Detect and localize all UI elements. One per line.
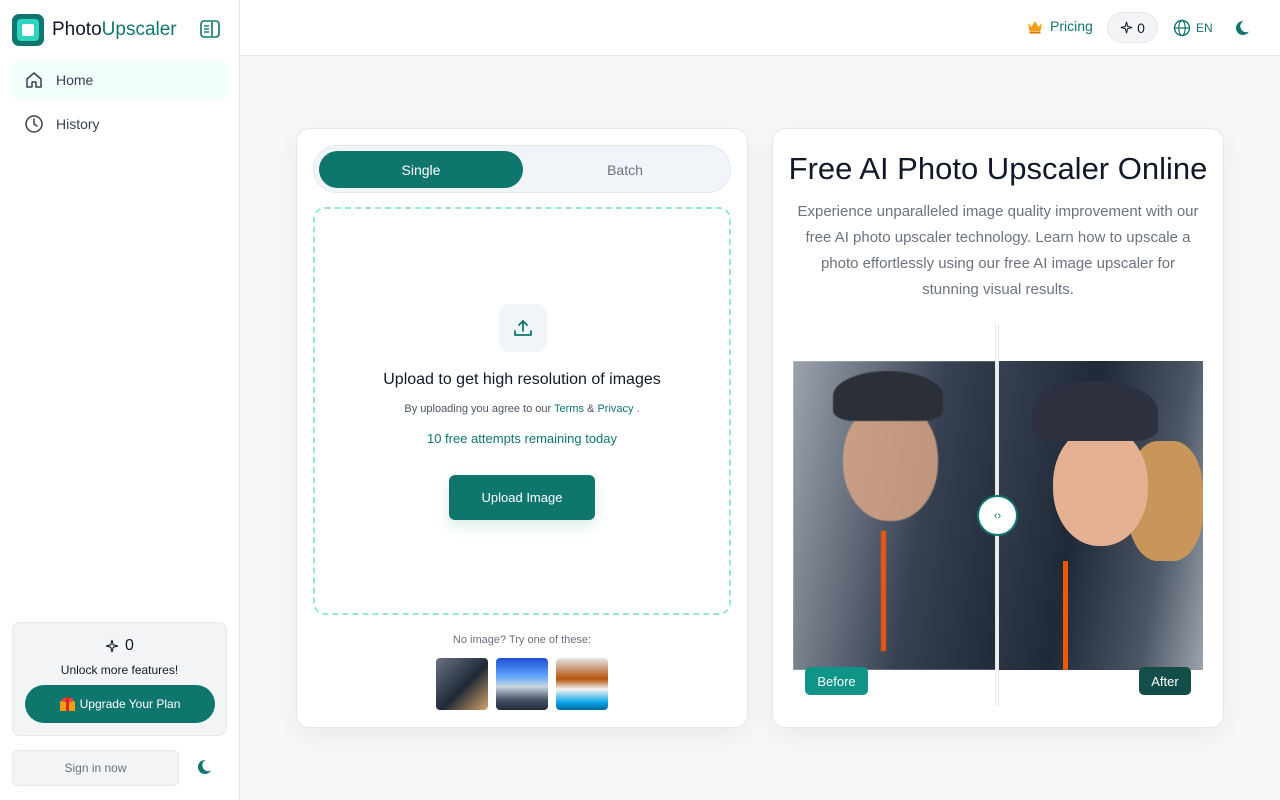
- free-attempts-text: 10 free attempts remaining today: [426, 431, 618, 446]
- language-label: EN: [1196, 21, 1213, 35]
- tab-batch[interactable]: Batch: [523, 151, 727, 188]
- sample-image-mountain[interactable]: [496, 658, 548, 710]
- sidebar-item-label: History: [56, 116, 100, 132]
- mode-toggle: Single Batch: [313, 145, 731, 193]
- upgrade-label: Upgrade Your Plan: [79, 697, 181, 711]
- home-icon: [26, 72, 42, 88]
- sparkle-icon: [1120, 21, 1133, 34]
- before-label: Before: [805, 667, 868, 695]
- pricing-label: Pricing: [1050, 18, 1093, 34]
- top-header: Pricing 0 EN: [240, 0, 1280, 56]
- agreement-text: By uploading you agree to our Terms & Pr…: [404, 403, 640, 415]
- page-description: Experience unparalleled image quality im…: [797, 203, 1199, 298]
- sidebar-nav: Home History: [12, 60, 228, 148]
- pricing-link[interactable]: Pricing: [1026, 18, 1093, 34]
- language-selector[interactable]: EN: [1173, 19, 1213, 37]
- after-label: After: [1139, 667, 1191, 695]
- brand-logo[interactable]: PhotoUpscaler: [12, 14, 177, 46]
- moon-icon[interactable]: [197, 757, 217, 782]
- credits-count: 0: [125, 637, 134, 654]
- page-title: Free AI Photo Upscaler Online: [788, 151, 1208, 186]
- sign-in-button[interactable]: Sign in now: [12, 750, 179, 786]
- upgrade-plan-button[interactable]: Upgrade Your Plan: [25, 685, 215, 723]
- before-image: [793, 361, 998, 670]
- upload-image-button[interactable]: Upload Image: [449, 475, 595, 520]
- clock-icon: [25, 115, 43, 133]
- credits-card: 0 Unlock more features! Upgrade Your Pla…: [12, 622, 227, 736]
- sidebar-item-history[interactable]: History: [12, 104, 228, 144]
- sample-images: [436, 658, 608, 710]
- theme-toggle-moon-icon[interactable]: [1235, 18, 1255, 43]
- unlock-text: Unlock more features!: [60, 663, 179, 677]
- privacy-link[interactable]: Privacy: [597, 403, 633, 415]
- after-image: [998, 361, 1203, 670]
- terms-link[interactable]: Terms: [554, 403, 584, 415]
- sample-image-portrait[interactable]: [436, 658, 488, 710]
- sample-image-house[interactable]: [556, 658, 608, 710]
- sidebar: PhotoUpscaler Home History 0 Unlock more…: [0, 0, 240, 800]
- sidebar-item-label: Home: [56, 72, 94, 88]
- dropzone-title: Upload to get high resolution of images: [383, 371, 661, 388]
- upload-dropzone[interactable]: Upload to get high resolution of images …: [313, 207, 731, 615]
- credits-pill[interactable]: 0: [1107, 12, 1158, 43]
- sidebar-item-home[interactable]: Home: [12, 60, 228, 100]
- upload-icon: [499, 304, 547, 352]
- upload-card: Single Batch Upload to get high resoluti…: [296, 128, 748, 728]
- brand-name: PhotoUpscaler: [52, 19, 177, 40]
- sample-prompt: No image? Try one of these:: [452, 634, 592, 646]
- credits-balance: 0: [13, 637, 226, 655]
- gift-icon: [59, 697, 75, 711]
- logo-icon: [12, 14, 44, 46]
- header-credits-count: 0: [1137, 19, 1145, 36]
- crown-icon: [1028, 21, 1042, 34]
- sparkle-icon: [105, 639, 119, 653]
- tab-single[interactable]: Single: [319, 151, 523, 188]
- comparison-slider-handle[interactable]: ‹›: [977, 495, 1018, 536]
- globe-icon: [1173, 19, 1191, 37]
- sidebar-collapse-icon[interactable]: [200, 20, 222, 40]
